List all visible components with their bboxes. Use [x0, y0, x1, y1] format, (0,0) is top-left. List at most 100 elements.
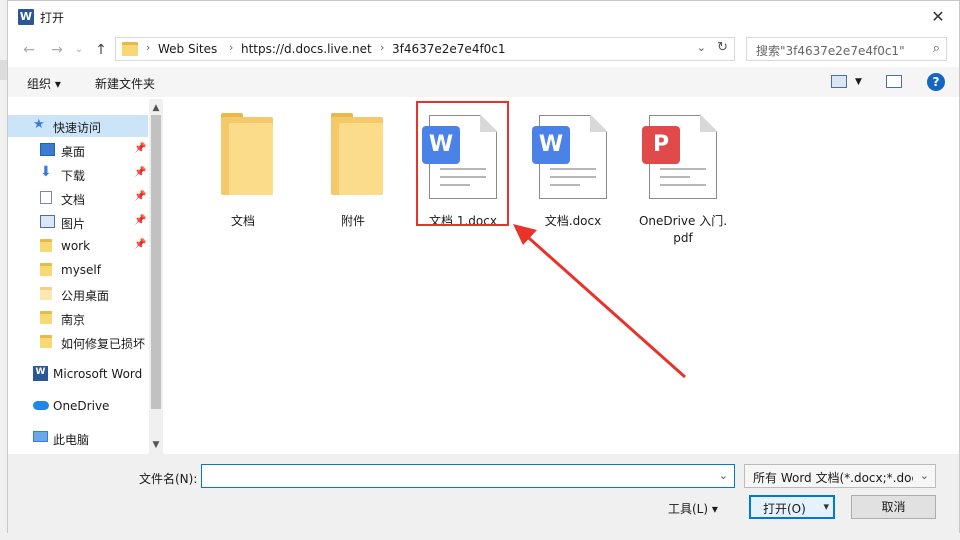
pin-icon[interactable]: 📌 [134, 167, 146, 178]
title-bar: W 打开 ✕ [8, 1, 959, 33]
breadcrumb-web-sites[interactable]: Web Sites [158, 42, 217, 56]
window-title: 打开 [40, 11, 65, 25]
file-item-pdf-onedrive[interactable]: P OneDrive 入门. pdf [633, 109, 733, 249]
file-item-folder-documents[interactable]: 文档 [193, 109, 293, 239]
pdf-reader-icon: P [642, 126, 680, 164]
sidebar-item-onedrive[interactable]: OneDrive [8, 395, 148, 417]
sidebar-item-desktop[interactable]: 桌面 📌 [8, 139, 148, 161]
open-button[interactable]: 打开(O) ▾ [749, 495, 835, 519]
sidebar-item-label: Microsoft Word [53, 367, 143, 381]
download-icon: ⬇ [40, 164, 52, 180]
forward-button[interactable]: → [48, 41, 66, 59]
breadcrumb-folder-id[interactable]: 3f4637e2e7e4f0c1 [392, 42, 506, 56]
sidebar-item-label: 下载 [61, 169, 86, 183]
chevron-down-icon[interactable]: ⌄ [719, 469, 728, 482]
breadcrumb-separator-icon: › [146, 41, 151, 54]
docx-file-icon: W [532, 114, 608, 199]
search-box[interactable]: 搜索"3f4637e2e7e4f0c1" ⌕ [746, 37, 947, 61]
navigation-pane: ★ 快速访问 桌面 📌 ⬇ 下载 📌 文档 📌 图片 📌 work 📌 myse… [8, 99, 163, 454]
file-label: OneDrive 入门. pdf [638, 214, 728, 245]
sidebar-item-myself[interactable]: myself [8, 259, 148, 281]
documents-icon [40, 191, 52, 204]
background-strip [0, 60, 7, 80]
pin-icon[interactable]: 📌 [134, 239, 146, 250]
wps-writer-icon: W [532, 126, 570, 164]
up-button[interactable]: ↑ [92, 41, 110, 59]
sidebar-item-public-desktop[interactable]: 公用桌面 [8, 283, 148, 305]
open-file-dialog: W 打开 ✕ ← → ⌄ ↑ › Web Sites › https://d.d… [7, 0, 960, 534]
folder-icon [40, 263, 52, 276]
sidebar-item-downloads[interactable]: ⬇ 下载 📌 [8, 163, 148, 185]
sidebar-item-label: myself [61, 263, 101, 277]
close-icon: ✕ [931, 7, 945, 26]
chevron-down-icon[interactable]: ▼ [149, 438, 163, 452]
help-icon[interactable]: ? [927, 73, 945, 91]
sidebar-item-this-pc[interactable]: 此电脑 [8, 427, 148, 449]
desktop-icon [40, 143, 55, 156]
search-placeholder: 搜索"3f4637e2e7e4f0c1" [756, 44, 905, 58]
pdf-file-icon: P [642, 114, 718, 199]
preview-pane-icon[interactable] [886, 75, 902, 88]
sidebar-item-microsoft-word[interactable]: W Microsoft Word [8, 363, 148, 385]
file-item-docx-document[interactable]: W 文档.docx [523, 109, 623, 239]
filename-input[interactable]: ⌄ [201, 464, 735, 488]
folder-icon [221, 113, 273, 195]
file-label: 附件 [340, 214, 365, 228]
open-split-dropdown-icon[interactable]: ▾ [823, 500, 829, 513]
tools-button[interactable]: 工具(L) ▾ [668, 500, 718, 517]
sidebar-item-repair[interactable]: 如何修复已损坏 [8, 331, 148, 353]
sidebar-item-label: 文档 [61, 193, 86, 207]
breadcrumb-docs-live[interactable]: https://d.docs.live.net [241, 42, 372, 56]
file-type-select[interactable]: 所有 Word 文档(*.docx;*.doc ⌄ [744, 464, 936, 488]
breadcrumb-separator-icon: › [380, 41, 385, 54]
scroll-thumb[interactable] [151, 115, 161, 409]
filename-label: 文件名(N): [139, 472, 198, 486]
onedrive-icon [33, 401, 49, 410]
close-button[interactable]: ✕ [917, 1, 959, 33]
sidebar-item-label: 公用桌面 [61, 289, 110, 303]
chevron-down-icon: ⌄ [919, 469, 929, 482]
sidebar-item-label: 桌面 [61, 145, 86, 159]
pin-icon[interactable]: 📌 [134, 191, 146, 202]
address-bar[interactable]: › Web Sites › https://d.docs.live.net › … [115, 37, 735, 61]
file-label: 文档.docx [544, 214, 602, 228]
file-item-folder-attachments[interactable]: 附件 [303, 109, 403, 239]
cancel-label: 取消 [881, 500, 906, 514]
sidebar-item-label: work [61, 239, 91, 253]
search-icon[interactable]: ⌕ [933, 41, 940, 56]
file-label: 文档 [230, 214, 255, 228]
toolbar: 组织 ▾ 新建文件夹 ▼ ? [8, 67, 959, 97]
open-label: 打开(O) [763, 502, 806, 516]
refresh-icon[interactable]: ↻ [717, 40, 728, 55]
annotation-highlight-box [416, 101, 509, 226]
chevron-down-icon: ⌄ [74, 44, 84, 55]
pin-icon[interactable]: 📌 [134, 215, 146, 226]
sidebar-item-nanjing[interactable]: 南京 [8, 307, 148, 329]
back-button[interactable]: ← [20, 41, 38, 59]
organize-button[interactable]: 组织 ▾ [27, 75, 61, 92]
sidebar-item-quick-access[interactable]: ★ 快速访问 [8, 115, 148, 137]
sidebar-item-label: OneDrive [53, 399, 110, 413]
word-icon: W [33, 366, 48, 381]
pin-icon[interactable]: 📌 [134, 143, 146, 154]
sidebar-item-label: 南京 [61, 313, 86, 327]
new-folder-button[interactable]: 新建文件夹 [95, 75, 155, 92]
pictures-icon [40, 215, 55, 228]
sidebar-item-documents[interactable]: 文档 📌 [8, 187, 148, 209]
folder-icon [40, 311, 52, 324]
address-dropdown-icon[interactable]: ⌄ [697, 41, 706, 54]
sidebar-item-label: 图片 [61, 217, 86, 231]
sidebar-scrollbar[interactable]: ▲ ▼ [149, 99, 163, 454]
sidebar-item-label: 快速访问 [53, 121, 102, 135]
sidebar-item-work[interactable]: work 📌 [8, 235, 148, 257]
chevron-up-icon[interactable]: ▲ [149, 101, 163, 115]
sidebar-item-pictures[interactable]: 图片 📌 [8, 211, 148, 233]
cancel-button[interactable]: 取消 [851, 495, 936, 519]
folder-icon [331, 113, 383, 195]
view-dropdown-icon[interactable]: ▼ [855, 77, 862, 87]
view-options-icon[interactable] [831, 75, 847, 88]
recent-locations-button[interactable]: ⌄ [70, 41, 88, 59]
word-app-icon: W [18, 9, 34, 25]
star-icon: ★ [33, 117, 45, 132]
arrow-up-icon: ↑ [95, 42, 107, 58]
